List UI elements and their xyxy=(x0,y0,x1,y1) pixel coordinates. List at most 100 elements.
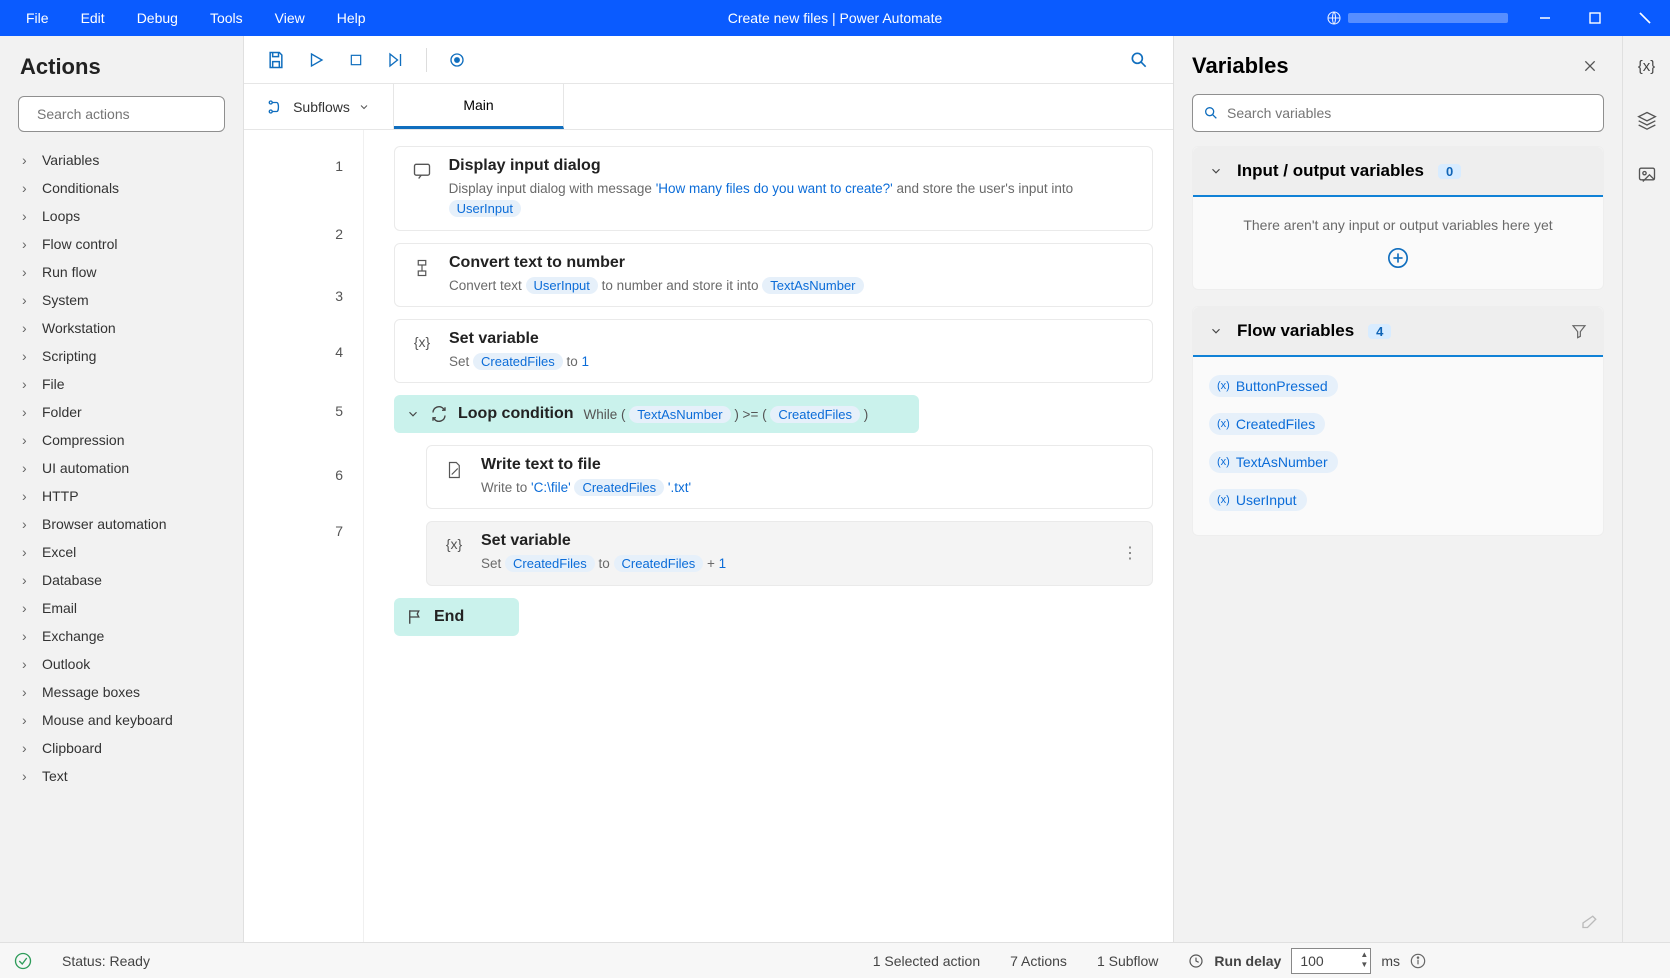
variables-title: Variables xyxy=(1192,53,1289,79)
step-title: Convert text to number xyxy=(449,254,864,272)
tree-item-compression[interactable]: ›Compression xyxy=(4,426,241,454)
tree-item-scripting[interactable]: ›Scripting xyxy=(4,342,241,370)
line-7: 7 xyxy=(244,506,363,556)
status-text: Status: Ready xyxy=(62,953,150,969)
run-delay-input[interactable]: 100 ▲▼ xyxy=(1291,948,1371,974)
tree-item-http[interactable]: ›HTTP xyxy=(4,482,241,510)
globe-icon xyxy=(1326,10,1342,26)
menu-debug[interactable]: Debug xyxy=(121,0,194,36)
designer-panel: Subflows Main 1 2 3 4 5 6 7 Display in xyxy=(244,36,1174,942)
rail-variables-icon[interactable]: {x} xyxy=(1633,52,1661,80)
menu-file[interactable]: File xyxy=(10,0,65,36)
tab-main[interactable]: Main xyxy=(394,84,564,129)
tree-item-exchange[interactable]: ›Exchange xyxy=(4,622,241,650)
status-subflows: 1 Subflow xyxy=(1097,953,1158,969)
run-button[interactable] xyxy=(298,42,334,78)
window-maximize[interactable] xyxy=(1570,0,1620,36)
line-2: 2 xyxy=(244,202,363,266)
save-button[interactable] xyxy=(258,42,294,78)
io-section-header[interactable]: Input / output variables 0 xyxy=(1193,147,1603,197)
chevron-down-icon[interactable] xyxy=(406,407,420,421)
step-title: Display input dialog xyxy=(449,157,1138,175)
eraser-icon[interactable] xyxy=(1580,914,1598,932)
stop-button[interactable] xyxy=(338,42,374,78)
dialog-icon xyxy=(409,157,435,181)
step-title: Write text to file xyxy=(481,456,691,474)
step-set-variable-1[interactable]: {x} Set variable Set CreatedFiles to 1 xyxy=(394,319,1153,383)
tree-item-file[interactable]: ›File xyxy=(4,370,241,398)
subflow-bar: Subflows Main xyxy=(244,84,1173,130)
rail-layers-icon[interactable] xyxy=(1633,106,1661,134)
window-close[interactable] xyxy=(1620,0,1670,36)
menu-edit[interactable]: Edit xyxy=(65,0,121,36)
tree-item-conditionals[interactable]: ›Conditionals xyxy=(4,174,241,202)
flow-var-buttonpressed[interactable]: (x)ButtonPressed xyxy=(1209,375,1587,397)
tree-item-outlook[interactable]: ›Outlook xyxy=(4,650,241,678)
step-set-variable-2[interactable]: {x} Set variable Set CreatedFiles to Cre… xyxy=(426,521,1153,585)
title-bar: File Edit Debug Tools View Help Create n… xyxy=(0,0,1670,36)
tree-item-workstation[interactable]: ›Workstation xyxy=(4,314,241,342)
menu-help[interactable]: Help xyxy=(321,0,382,36)
toolbar-search-button[interactable] xyxy=(1121,42,1157,78)
ms-label: ms xyxy=(1381,953,1400,969)
step-loop-condition[interactable]: Loop condition While ( TextAsNumber ) >=… xyxy=(394,395,919,433)
record-button[interactable] xyxy=(439,42,475,78)
tree-item-email[interactable]: ›Email xyxy=(4,594,241,622)
line-gutter: 1 2 3 4 5 6 7 xyxy=(244,130,364,942)
step-convert-text[interactable]: Convert text to number Convert text User… xyxy=(394,243,1153,307)
actions-search-input[interactable] xyxy=(37,106,218,122)
filter-icon[interactable] xyxy=(1571,323,1587,339)
step-title: Set variable xyxy=(449,330,589,348)
rail-images-icon[interactable] xyxy=(1633,160,1661,188)
flag-icon xyxy=(406,608,424,626)
environment-label[interactable] xyxy=(1314,10,1520,26)
window-title: Create new files | Power Automate xyxy=(728,10,943,26)
run-delay-label: Run delay xyxy=(1214,953,1281,969)
file-write-icon xyxy=(441,456,467,480)
io-variables-section: Input / output variables 0 There aren't … xyxy=(1192,146,1604,290)
menu-tools[interactable]: Tools xyxy=(194,0,259,36)
step-sub: Write to 'C:\file' CreatedFiles '.txt' xyxy=(481,478,691,498)
flow-var-textasnumber[interactable]: (x)TextAsNumber xyxy=(1209,451,1587,473)
step-write-text[interactable]: Write text to file Write to 'C:\file' Cr… xyxy=(426,445,1153,509)
flow-variables-section: Flow variables 4 (x)ButtonPressed (x)Cre… xyxy=(1192,306,1604,536)
variables-search[interactable] xyxy=(1192,94,1604,132)
tree-item-message-boxes[interactable]: ›Message boxes xyxy=(4,678,241,706)
actions-tree[interactable]: ›Variables ›Conditionals ›Loops ›Flow co… xyxy=(0,146,243,942)
subflows-dropdown[interactable]: Subflows xyxy=(244,84,394,129)
spinner-icon[interactable]: ▲▼ xyxy=(1360,950,1368,970)
add-io-variable-button[interactable] xyxy=(1209,247,1587,269)
tree-item-mouse-keyboard[interactable]: ›Mouse and keyboard xyxy=(4,706,241,734)
step-display-input-dialog[interactable]: Display input dialog Display input dialo… xyxy=(394,146,1153,231)
line-3: 3 xyxy=(244,266,363,326)
flow-section-header[interactable]: Flow variables 4 xyxy=(1193,307,1603,357)
tree-item-text[interactable]: ›Text xyxy=(4,762,241,790)
close-variables-button[interactable] xyxy=(1576,52,1604,80)
tree-item-variables[interactable]: ›Variables xyxy=(4,146,241,174)
actions-search[interactable] xyxy=(18,96,225,132)
flow-var-userinput[interactable]: (x)UserInput xyxy=(1209,489,1587,511)
step-end[interactable]: End xyxy=(394,598,519,636)
step-sub: Convert text UserInput to number and sto… xyxy=(449,276,864,296)
status-selected: 1 Selected action xyxy=(873,953,980,969)
tree-item-ui-automation[interactable]: ›UI automation xyxy=(4,454,241,482)
io-count: 0 xyxy=(1438,164,1461,179)
step-button[interactable] xyxy=(378,42,414,78)
flow-var-createdfiles[interactable]: (x)CreatedFiles xyxy=(1209,413,1587,435)
variables-search-input[interactable] xyxy=(1227,105,1593,121)
tree-item-run-flow[interactable]: ›Run flow xyxy=(4,258,241,286)
tree-item-database[interactable]: ›Database xyxy=(4,566,241,594)
tree-item-clipboard[interactable]: ›Clipboard xyxy=(4,734,241,762)
tree-item-browser-automation[interactable]: ›Browser automation xyxy=(4,510,241,538)
menu-view[interactable]: View xyxy=(259,0,321,36)
tree-item-loops[interactable]: ›Loops xyxy=(4,202,241,230)
tree-item-excel[interactable]: ›Excel xyxy=(4,538,241,566)
tree-item-flow-control[interactable]: ›Flow control xyxy=(4,230,241,258)
window-minimize[interactable] xyxy=(1520,0,1570,36)
info-icon[interactable] xyxy=(1410,953,1426,969)
status-bar: Status: Ready 1 Selected action 7 Action… xyxy=(0,942,1670,978)
more-icon[interactable]: ⋮ xyxy=(1122,543,1138,563)
toolbar xyxy=(244,36,1173,84)
tree-item-folder[interactable]: ›Folder xyxy=(4,398,241,426)
tree-item-system[interactable]: ›System xyxy=(4,286,241,314)
